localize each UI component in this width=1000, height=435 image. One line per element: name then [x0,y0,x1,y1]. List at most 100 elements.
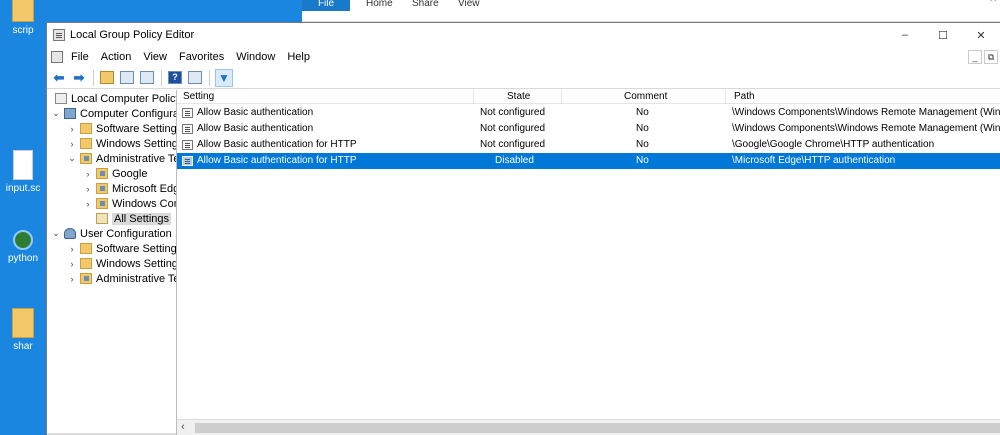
table-row[interactable]: Allow Basic authentication Not configured… [177,121,1000,137]
expand-chevron-icon[interactable]: › [83,199,93,209]
table-row[interactable]: Allow Basic authentication Not configured… [177,105,1000,121]
explorer-tab-view[interactable]: View [444,0,494,11]
explorer-tab-file[interactable]: File [302,0,350,11]
filter-icon[interactable]: ▼ [215,68,233,87]
policy-tree[interactable]: Local Computer Policy ⌄ Computer Configura… [47,90,177,435]
tree-item[interactable]: ⌄ User Configuration [51,226,172,241]
column-header-comment[interactable]: Comment [624,91,667,102]
folder-icon [80,138,92,149]
comment-cell: No [636,139,649,150]
mdi-restore-button[interactable]: ⧉ [984,50,998,64]
tree-item-label: Administrative Ter [96,272,177,285]
group-policy-editor-window: Local Group Policy Editor – ☐ ✕ File Act… [46,22,1000,435]
help-icon[interactable]: ? [167,70,183,86]
policy-setting-icon [182,108,193,118]
column-header-setting[interactable]: Setting [183,91,214,102]
table-row[interactable]: Allow Basic authentication for HTTP Disab… [177,153,1000,169]
minimize-button[interactable]: – [886,29,924,42]
tree-item[interactable]: › Microsoft Edg [83,181,177,196]
tree-item-label: All Settings [112,212,172,225]
expand-chevron-icon[interactable]: › [67,124,77,134]
comment-cell: No [636,123,649,134]
tree-item[interactable]: All Settings [83,211,172,226]
tree-item-label: Computer Configurati [80,107,177,120]
comment-cell: No [636,155,649,166]
tree-item[interactable]: Local Computer Policy [55,91,176,106]
folder-icon [80,258,92,269]
setting-cell: Allow Basic authentication for HTTP [197,139,357,150]
title-bar[interactable]: Local Group Policy Editor – ☐ ✕ [47,23,1000,47]
expand-chevron-icon[interactable]: › [67,259,77,269]
state-cell: Not configured [480,123,546,134]
expand-chevron-icon[interactable]: › [83,169,93,179]
collapse-chevron-icon[interactable]: ⌄ [51,228,61,239]
tree-item[interactable]: › Windows Settings [67,136,177,151]
tree-item[interactable]: › Administrative Ter [67,271,177,286]
show-hide-tree-icon[interactable] [119,70,135,86]
tree-item[interactable]: › Software Settings [67,121,177,136]
mdi-controls: _ ⧉ [968,50,998,64]
up-folder-icon[interactable] [99,70,115,86]
menu-file[interactable]: File [71,51,89,63]
path-cell: \Microsoft Edge\HTTP authentication [732,155,896,166]
tree-item-label: User Configuration [80,227,172,240]
tree-item[interactable]: › Windows Settings [67,256,177,271]
expand-chevron-icon[interactable]: › [83,184,93,194]
scroll-left-icon[interactable]: ‹ [181,421,185,433]
tree-item[interactable]: › Google [83,166,148,181]
menu-help[interactable]: Help [287,51,310,63]
tree-item-label: Windows Com [112,197,177,210]
tree-item[interactable]: › Windows Com [83,196,177,211]
column-header-state[interactable]: State [507,91,530,102]
desktop-icon-label: scrip [12,25,34,36]
policy-icon [96,198,108,209]
policy-icon [96,183,108,194]
policy-setting-icon [182,124,193,134]
state-cell: Not configured [480,139,546,150]
tree-item[interactable]: › Software Settings [67,241,177,256]
menu-window[interactable]: Window [236,51,275,63]
expand-chevron-icon[interactable]: › [67,244,77,254]
mdi-minimize-button[interactable]: _ [968,50,982,64]
tree-item-label: Microsoft Edg [112,182,177,195]
properties-icon[interactable] [187,70,203,86]
document-icon [13,150,33,180]
desktop-icon-scripts[interactable]: scrip [0,0,46,36]
chevron-up-icon[interactable]: ^ [990,0,996,8]
expand-chevron-icon[interactable]: › [67,139,77,149]
state-cell: Disabled [495,155,534,166]
scrollbar-thumb[interactable] [195,423,1000,433]
background-explorer-ribbon: File Home Share View ^ [302,0,1000,22]
setting-cell: Allow Basic authentication [197,107,314,118]
setting-cell: Allow Basic authentication [197,123,314,134]
maximize-button[interactable]: ☐ [924,29,962,42]
setting-cell: Allow Basic authentication for HTTP [197,155,357,166]
folder-icon [12,308,34,338]
menu-action[interactable]: Action [101,51,132,63]
desktop-icon-label: shar [13,341,33,352]
desktop-icon-input[interactable]: input.sc [0,150,46,194]
menu-view[interactable]: View [143,51,167,63]
folder-icon [80,243,92,254]
toolbar: ⬅ ➡ ? ▼ [47,67,1000,89]
collapse-chevron-icon[interactable]: ⌄ [67,153,77,164]
toolbar-separator [209,69,210,86]
table-row[interactable]: Allow Basic authentication for HTTP Not c… [177,137,1000,153]
desktop-icon-python[interactable]: python [0,230,46,264]
collapse-chevron-icon[interactable]: ⌄ [51,108,61,119]
policy-icon [80,153,92,164]
back-icon[interactable]: ⬅ [51,70,67,86]
export-list-icon[interactable] [139,70,155,86]
forward-icon[interactable]: ➡ [71,70,87,86]
system-menu-icon[interactable] [51,51,63,63]
horizontal-scrollbar[interactable]: ‹ [177,419,1000,435]
menu-favorites[interactable]: Favorites [179,51,224,63]
computer-icon [64,108,76,119]
column-header-path[interactable]: Path [734,91,755,102]
expand-chevron-icon[interactable]: › [67,274,77,284]
close-button[interactable]: ✕ [962,29,1000,42]
tree-item[interactable]: ⌄ Administrative Ter [67,151,176,166]
desktop-icon-share[interactable]: shar [0,308,46,352]
policy-icon [96,168,108,179]
tree-item[interactable]: ⌄ Computer Configurati [51,106,177,121]
